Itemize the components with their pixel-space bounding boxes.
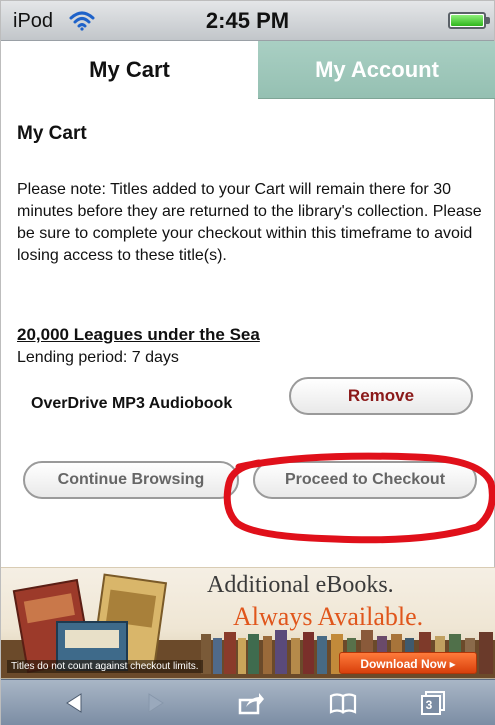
- cart-note: Please note: Titles added to your Cart w…: [17, 181, 482, 264]
- item-format: OverDrive MP3 Audiobook: [31, 395, 233, 412]
- banner-disclaimer: Titles do not count against checkout lim…: [7, 660, 203, 673]
- back-arrow-icon[interactable]: [61, 690, 89, 716]
- bookmarks-icon[interactable]: [329, 690, 357, 716]
- download-now-button[interactable]: Download Now ▸: [339, 652, 477, 674]
- proceed-to-checkout-button[interactable]: Proceed to Checkout: [253, 461, 477, 499]
- tabs-icon[interactable]: 3: [419, 690, 447, 716]
- battery-icon: [448, 12, 490, 29]
- browser-toolbar: 3: [1, 679, 495, 725]
- tabs-count: 3: [425, 698, 433, 712]
- tab-my-cart[interactable]: My Cart: [1, 41, 258, 99]
- banner-heading: Additional eBooks.: [207, 572, 394, 598]
- tab-bar: My Cart My Account: [1, 41, 495, 99]
- banner-subheading: Always Available.: [233, 602, 424, 631]
- lending-period: Lending period: 7 days: [17, 349, 179, 366]
- share-icon[interactable]: [237, 690, 265, 716]
- status-bar: iPod 2:45 PM: [1, 1, 494, 41]
- promo-banner[interactable]: Additional eBooks. Always Available. Tit…: [1, 567, 495, 679]
- page-title: My Cart: [17, 123, 87, 144]
- remove-button[interactable]: Remove: [289, 377, 473, 415]
- cart-item-title-link[interactable]: 20,000 Leagues under the Sea: [17, 325, 260, 345]
- continue-browsing-button[interactable]: Continue Browsing: [23, 461, 239, 499]
- status-time: 2:45 PM: [205, 8, 290, 33]
- forward-arrow-icon[interactable]: [141, 690, 169, 716]
- phone-screen: iPod 2:45 PM My Cart My Account My Cart …: [0, 0, 495, 725]
- tab-my-account[interactable]: My Account: [258, 41, 495, 99]
